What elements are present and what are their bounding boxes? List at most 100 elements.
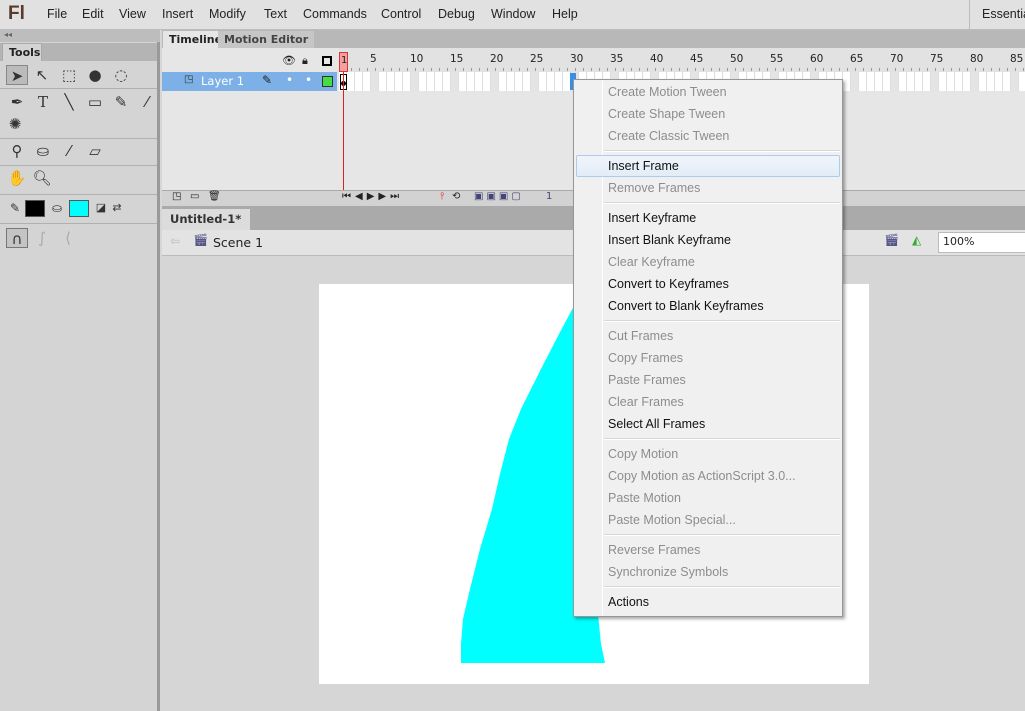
frame-cell[interactable]: [467, 72, 475, 91]
menu-item-select-all-frames[interactable]: Select All Frames: [574, 413, 842, 435]
menu-item-remove-frames[interactable]: Remove Frames: [574, 177, 842, 199]
rectangle-tool-icon[interactable]: ▭: [84, 92, 106, 112]
frame-ruler[interactable]: 5 10 15 20 25 30 35 40 45 50 55 60 65 70 75 80 85: [339, 48, 1025, 72]
menu-item-paste-motion-special[interactable]: Paste Motion Special...: [574, 509, 842, 531]
collapse-button[interactable]: ◂◂: [0, 30, 160, 42]
eraser-tool-icon[interactable]: ▱: [84, 141, 106, 161]
frame-cell[interactable]: [403, 72, 411, 91]
menu-item-synchronize-symbols[interactable]: Synchronize Symbols: [574, 561, 842, 583]
frame-cell[interactable]: [555, 72, 563, 91]
smooth-icon[interactable]: ∫: [31, 228, 53, 248]
frame-cell[interactable]: [1003, 72, 1011, 91]
center-frame-icon[interactable]: ⫯: [440, 191, 444, 202]
paint-bucket-tool-icon[interactable]: ⛀: [32, 141, 54, 161]
frame-cell[interactable]: [1019, 72, 1025, 91]
frame-cell[interactable]: [507, 72, 515, 91]
workspace-switcher[interactable]: Essentials: [969, 0, 1025, 30]
new-layer-icon[interactable]: ◳: [172, 191, 181, 202]
frame-cell[interactable]: [363, 72, 371, 91]
frame-cell[interactable]: [923, 72, 931, 91]
frame-cell[interactable]: [523, 72, 531, 91]
frame-cell[interactable]: [411, 72, 419, 91]
frame-cell[interactable]: [435, 72, 443, 91]
frame-cell[interactable]: [483, 72, 491, 91]
visibility-dot[interactable]: •: [286, 73, 293, 87]
frame-cell[interactable]: [843, 72, 851, 91]
menu-file[interactable]: File: [47, 7, 67, 21]
frame-cell[interactable]: [947, 72, 955, 91]
menu-commands[interactable]: Commands: [303, 7, 367, 21]
frame-cell[interactable]: [907, 72, 915, 91]
frame-cell[interactable]: [427, 72, 435, 91]
frame-cell[interactable]: [371, 72, 379, 91]
frame-cell[interactable]: [347, 72, 355, 91]
menu-item-paste-motion[interactable]: Paste Motion: [574, 487, 842, 509]
menu-item-cut-frames[interactable]: Cut Frames: [574, 325, 842, 347]
delete-layer-icon[interactable]: 🗑︎: [208, 191, 221, 202]
lasso-tool-icon[interactable]: ◌: [110, 65, 132, 85]
menu-item-clear-keyframe[interactable]: Clear Keyframe: [574, 251, 842, 273]
frame-cell[interactable]: [443, 72, 451, 91]
frame-cell[interactable]: [355, 72, 363, 91]
tab-motion-editor[interactable]: Motion Editor: [218, 31, 315, 48]
frame-cell[interactable]: [859, 72, 867, 91]
frame-cell[interactable]: [891, 72, 899, 91]
playback-controls[interactable]: ⏮◀▶▶⏭: [342, 191, 403, 202]
menu-item-convert-to-blank-keyframes[interactable]: Convert to Blank Keyframes: [574, 295, 842, 317]
frame-cell[interactable]: [915, 72, 923, 91]
zoom-tool-icon[interactable]: 🔍︎: [31, 168, 53, 188]
menu-item-create-shape-tween[interactable]: Create Shape Tween: [574, 103, 842, 125]
edit-symbols-icon[interactable]: ◭: [912, 233, 921, 247]
layer-row[interactable]: ◳ Layer 1 ✎ • •: [162, 72, 337, 91]
frame-cell[interactable]: [875, 72, 883, 91]
selection-tool-icon[interactable]: ➤: [6, 65, 28, 85]
lock-icon[interactable]: 🔒︎: [302, 54, 308, 68]
frame-cell[interactable]: [939, 72, 947, 91]
menu-text[interactable]: Text: [264, 7, 287, 21]
loop-icon[interactable]: ⟲: [452, 191, 460, 202]
frame-cell[interactable]: [851, 72, 859, 91]
frame-cell[interactable]: [867, 72, 875, 91]
menu-item-clear-frames[interactable]: Clear Frames: [574, 391, 842, 413]
frame-cell[interactable]: [539, 72, 547, 91]
frame-cell[interactable]: [987, 72, 995, 91]
menu-item-copy-motion-as-actionscript-3-0[interactable]: Copy Motion as ActionScript 3.0...: [574, 465, 842, 487]
menu-item-copy-motion[interactable]: Copy Motion: [574, 443, 842, 465]
swap-colors-icon[interactable]: ⇄: [106, 198, 128, 218]
text-tool-icon[interactable]: T: [32, 92, 54, 112]
frame-cell[interactable]: [459, 72, 467, 91]
snap-magnet-icon[interactable]: ∩: [6, 228, 28, 248]
tools-tab[interactable]: Tools: [2, 43, 42, 61]
menu-debug[interactable]: Debug: [438, 7, 475, 21]
frame-cell[interactable]: [931, 72, 939, 91]
frame-cell[interactable]: [395, 72, 403, 91]
menu-item-actions[interactable]: Actions: [574, 591, 842, 613]
deco-tool-icon[interactable]: ✺: [4, 114, 26, 134]
menu-item-insert-frame[interactable]: Insert Frame: [576, 155, 840, 177]
frame-cell[interactable]: [379, 72, 387, 91]
frame-cell[interactable]: [883, 72, 891, 91]
zoom-field[interactable]: 100%: [938, 232, 1025, 253]
frame-cell[interactable]: [475, 72, 483, 91]
eye-icon[interactable]: 👁︎: [282, 54, 296, 67]
frame-cell[interactable]: [971, 72, 979, 91]
menu-item-insert-keyframe[interactable]: Insert Keyframe: [574, 207, 842, 229]
onion-skin-icons[interactable]: ▣▣▣▢: [474, 191, 524, 202]
menu-modify[interactable]: Modify: [209, 7, 246, 21]
menu-item-convert-to-keyframes[interactable]: Convert to Keyframes: [574, 273, 842, 295]
free-transform-tool-icon[interactable]: ⬚: [58, 65, 80, 85]
back-arrow-icon[interactable]: ⇦: [170, 234, 180, 248]
menu-control[interactable]: Control: [381, 7, 421, 21]
new-folder-icon[interactable]: ▭: [190, 191, 199, 202]
frame-cell[interactable]: [979, 72, 987, 91]
frame-cell[interactable]: [387, 72, 395, 91]
layer-color-swatch[interactable]: [322, 76, 333, 87]
menu-item-reverse-frames[interactable]: Reverse Frames: [574, 539, 842, 561]
menu-item-create-motion-tween[interactable]: Create Motion Tween: [574, 81, 842, 103]
frame-cell[interactable]: [515, 72, 523, 91]
frame-cell[interactable]: [1011, 72, 1019, 91]
fill-color-swatch[interactable]: [69, 200, 89, 217]
menu-insert[interactable]: Insert: [162, 7, 193, 21]
menu-item-copy-frames[interactable]: Copy Frames: [574, 347, 842, 369]
hand-tool-icon[interactable]: ✋: [6, 168, 28, 188]
